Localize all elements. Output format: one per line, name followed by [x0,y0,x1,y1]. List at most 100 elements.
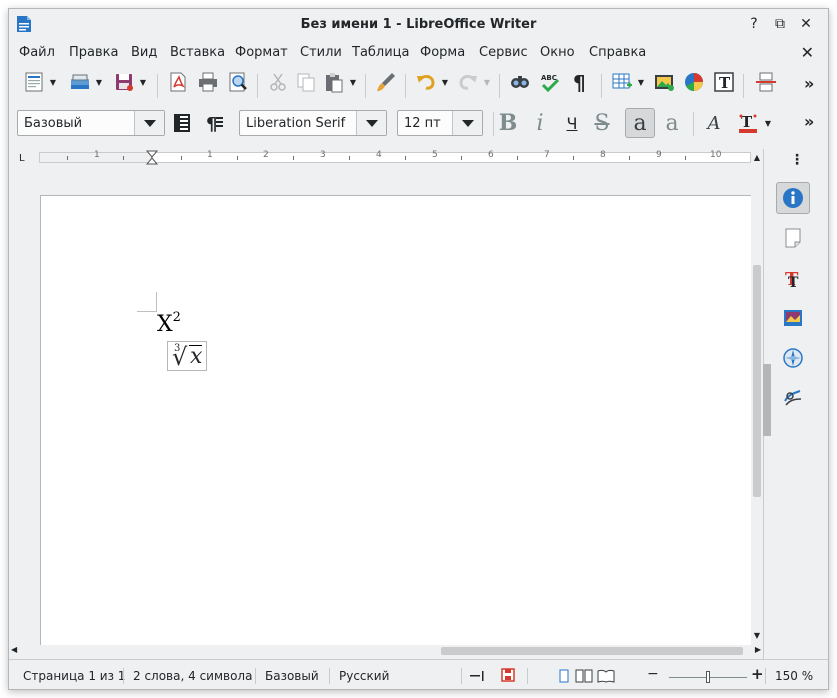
superscript-button[interactable]: a [625,108,655,138]
close-document-button[interactable]: ✕ [801,43,814,62]
page-count-status[interactable]: Страница 1 из 1 [23,669,125,683]
open-file-icon[interactable] [67,69,93,95]
subscript-button[interactable]: a [657,108,687,138]
sidebar-manage-changes-button[interactable] [776,382,810,414]
paragraph-style-combo[interactable]: Базовый [17,110,165,136]
highlight-dropdown-icon[interactable]: ▼ [764,110,772,136]
vertical-scroll-thumb[interactable] [753,265,761,497]
scroll-up-icon[interactable]: ▲ [752,153,762,163]
new-dropdown-icon[interactable]: ▼ [49,69,57,95]
document-page[interactable]: X2 3 √ x [40,195,751,655]
undo-icon[interactable] [413,69,439,95]
selection-mode-icon[interactable] [469,669,487,683]
paste-dropdown-icon[interactable]: ▼ [349,69,357,95]
paste-icon[interactable] [321,69,347,95]
indent-marker-icon[interactable] [146,150,158,165]
save-dropdown-icon[interactable]: ▼ [139,69,147,95]
zoom-level[interactable]: 150 % [775,669,813,683]
chevron-down-icon[interactable] [134,111,164,135]
bold-button[interactable]: B [493,108,523,138]
zoom-out-button[interactable]: − [647,666,659,682]
print-icon[interactable] [195,69,221,95]
restore-button[interactable]: ⧉ [770,14,790,34]
insert-table-dropdown-icon[interactable]: ▼ [637,69,645,95]
formatting-marks-icon[interactable]: ¶ [567,69,593,95]
sidebar-page-button[interactable] [776,222,810,254]
menu-help[interactable]: Справка [589,45,646,60]
scroll-right-icon[interactable]: ▶ [755,645,761,654]
menu-view[interactable]: Вид [131,45,157,60]
export-pdf-icon[interactable] [165,69,191,95]
cut-icon[interactable] [265,69,291,95]
language-status[interactable]: Русский [339,669,389,683]
menu-window[interactable]: Окно [540,45,575,60]
formula-x-squared[interactable]: X2 [157,310,181,337]
close-window-button[interactable]: ✕ [796,14,816,34]
ruler-mark: 2 [263,150,269,160]
book-view-icon[interactable] [597,669,615,683]
chevron-down-icon[interactable] [356,111,386,135]
update-style-icon[interactable] [169,110,195,136]
menu-table[interactable]: Таблица [352,45,410,60]
word-count-status[interactable]: 2 слова, 4 символа [133,669,252,683]
insert-page-break-icon[interactable] [753,69,779,95]
ruler-tab-type[interactable]: L [19,153,25,164]
scroll-left-icon[interactable]: ◀ [11,645,17,654]
toolbar-separator [405,74,406,98]
sidebar-gallery-button[interactable] [776,302,810,334]
new-style-icon[interactable]: ¶ [201,110,227,136]
scroll-down-icon[interactable]: ▼ [752,631,762,641]
multi-page-view-icon[interactable] [575,669,593,683]
print-preview-icon[interactable] [225,69,251,95]
minimize-button[interactable]: ? [744,14,764,34]
sidebar-styles-button[interactable]: TT [776,262,810,294]
sidebar-menu-icon[interactable]: ⋮ [790,152,804,168]
toolbar-overflow-icon[interactable]: » [804,74,814,93]
undo-dropdown-icon[interactable]: ▼ [441,69,449,95]
redo-dropdown-icon[interactable]: ▼ [483,69,491,95]
font-size-combo[interactable]: 12 пт [397,110,483,136]
horizontal-scroll-thumb[interactable] [441,647,743,655]
zoom-slider-thumb[interactable] [706,671,710,683]
insert-chart-icon[interactable] [681,69,707,95]
page-style-status[interactable]: Базовый [265,669,319,683]
toolbar-overflow-icon[interactable]: » [804,112,814,131]
insert-image-icon[interactable] [651,69,677,95]
menu-insert[interactable]: Вставка [170,45,225,60]
horizontal-ruler[interactable]: 1 1 2 3 4 5 6 7 8 9 10 [39,149,751,165]
vertical-scrollbar[interactable]: ▲ ▼ [751,149,763,645]
italic-button[interactable]: i [525,108,555,138]
menu-form[interactable]: Форма [420,45,465,60]
formula-cube-root[interactable]: 3 √ x [167,341,207,371]
spelling-icon[interactable]: ABC [537,69,563,95]
menu-tools[interactable]: Сервис [479,45,528,60]
sidebar-properties-button[interactable] [776,182,810,214]
character-highlight-icon[interactable]: T [735,110,761,136]
redo-icon[interactable] [455,69,481,95]
clear-formatting-button[interactable]: A [699,108,729,138]
sidebar-collapse-handle[interactable] [763,364,771,436]
menu-styles[interactable]: Стили [300,45,342,60]
new-document-icon[interactable] [21,69,47,95]
chevron-down-icon[interactable] [452,111,482,135]
underline-button[interactable]: Ч [557,108,587,138]
insert-table-icon[interactable] [609,69,635,95]
strikethrough-button[interactable]: S [587,108,617,138]
document-modified-icon[interactable] [501,668,515,682]
copy-icon[interactable] [293,69,319,95]
menu-file[interactable]: Файл [19,45,55,60]
sidebar-navigator-button[interactable] [776,342,810,374]
ruler-tick [237,156,238,160]
save-icon[interactable] [111,69,137,95]
single-page-view-icon[interactable] [559,669,569,683]
menu-edit[interactable]: Правка [69,45,118,60]
clone-formatting-icon[interactable] [373,69,399,95]
title-bar[interactable]: Без имени 1 - LibreOffice Writer ? ⧉ ✕ [9,9,828,41]
open-dropdown-icon[interactable]: ▼ [95,69,103,95]
menu-format[interactable]: Формат [235,45,288,60]
zoom-in-button[interactable]: + [751,665,764,683]
insert-text-box-icon[interactable]: T [711,69,737,95]
horizontal-scrollbar[interactable]: ◀ ▶ [9,645,763,657]
font-name-combo[interactable]: Liberation Serif [239,110,387,136]
find-replace-icon[interactable] [507,69,533,95]
